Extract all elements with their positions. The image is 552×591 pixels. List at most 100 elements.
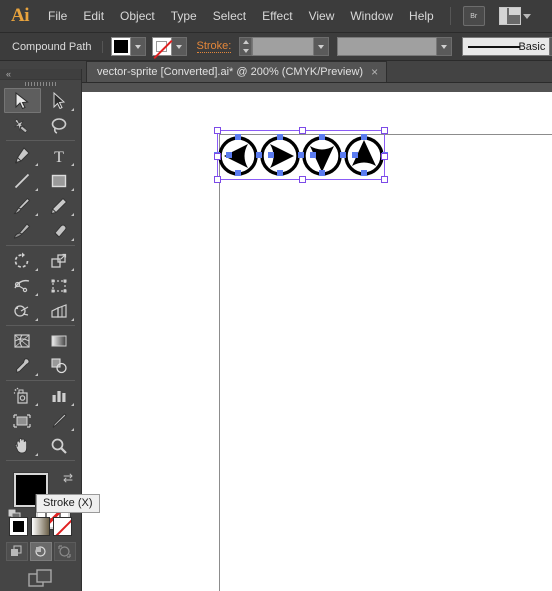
menu-view[interactable]: View <box>301 5 343 27</box>
magic-wand-tool[interactable] <box>4 113 41 138</box>
stroke-profile-dropdown-button[interactable] <box>437 37 453 56</box>
selection-bounding-box[interactable] <box>214 127 388 183</box>
type-tool[interactable]: T <box>41 143 78 168</box>
zoom-tool[interactable] <box>41 433 78 458</box>
menu-file[interactable]: File <box>40 5 75 27</box>
lasso-tool[interactable] <box>41 113 78 138</box>
tool-flyout-indicator[interactable] <box>34 293 38 297</box>
stroke-weight-input[interactable] <box>252 37 315 56</box>
change-screen-mode-button[interactable] <box>0 569 81 591</box>
gradient-swatch-button[interactable] <box>31 517 50 536</box>
tool-separator <box>6 245 75 247</box>
tools-panel-gripper[interactable] <box>0 80 81 88</box>
spinner-down-icon[interactable] <box>242 48 249 53</box>
stroke-profile-input[interactable] <box>337 37 438 56</box>
spinner-up-icon[interactable] <box>242 40 249 45</box>
stroke-weight-dropdown-button[interactable] <box>314 37 330 56</box>
bbox-handle-mr[interactable] <box>381 153 388 160</box>
column-graph-tool[interactable] <box>41 383 78 408</box>
tool-flyout-indicator[interactable] <box>71 268 74 272</box>
stroke-profile-control[interactable] <box>337 37 453 56</box>
width-tool[interactable] <box>4 273 41 298</box>
menu-type[interactable]: Type <box>163 5 205 27</box>
bbox-handle-tm[interactable] <box>299 127 306 134</box>
perspective-grid-tool[interactable] <box>41 298 78 323</box>
tool-flyout-indicator[interactable] <box>71 238 74 242</box>
fill-color-control[interactable] <box>110 37 146 56</box>
close-icon[interactable]: × <box>371 66 378 78</box>
blob-brush-tool[interactable] <box>4 218 41 243</box>
line-segment-tool[interactable] <box>4 168 41 193</box>
bbox-handle-ml[interactable] <box>214 153 221 160</box>
menu-select[interactable]: Select <box>205 5 254 27</box>
mesh-tool[interactable] <box>4 328 41 353</box>
eyedropper-tool[interactable] <box>4 353 41 378</box>
collapse-panel-icon[interactable]: « <box>6 69 11 79</box>
tool-flyout-indicator[interactable] <box>71 213 74 217</box>
scale-tool[interactable] <box>41 248 78 273</box>
bbox-handle-bl[interactable] <box>214 176 221 183</box>
tool-flyout-indicator[interactable] <box>71 188 74 192</box>
menu-window[interactable]: Window <box>342 5 401 27</box>
gradient-tool[interactable] <box>41 328 78 353</box>
tool-flyout-indicator[interactable] <box>34 403 38 407</box>
tool-flyout-indicator[interactable] <box>71 318 74 322</box>
fill-dropdown-button[interactable] <box>130 37 146 56</box>
draw-inside-button[interactable] <box>53 542 76 561</box>
bridge-button[interactable]: Br <box>462 6 485 26</box>
tool-flyout-indicator[interactable] <box>34 268 38 272</box>
document-tab[interactable]: vector-sprite [Converted].ai* @ 200% (CM… <box>86 61 388 82</box>
stroke-weight-spinner[interactable] <box>239 37 253 56</box>
tool-flyout-indicator[interactable] <box>34 188 38 192</box>
menu-help[interactable]: Help <box>401 5 442 27</box>
menu-object[interactable]: Object <box>112 5 163 27</box>
rotate-tool[interactable] <box>4 248 41 273</box>
swap-fill-stroke-icon[interactable]: ⇄ <box>63 471 73 485</box>
tool-flyout-indicator[interactable] <box>71 403 74 407</box>
tool-flyout-indicator[interactable] <box>34 453 38 457</box>
stroke-color-control[interactable] <box>151 37 187 56</box>
tool-flyout-indicator[interactable] <box>71 428 74 432</box>
fill-swatch[interactable] <box>110 37 131 56</box>
pen-tool[interactable] <box>4 143 41 168</box>
tool-flyout-indicator[interactable] <box>34 213 38 217</box>
workspace-switcher[interactable] <box>498 7 531 25</box>
tool-flyout-indicator[interactable] <box>34 318 38 322</box>
stroke-weight-control[interactable] <box>239 37 330 56</box>
pencil-tool[interactable] <box>41 193 78 218</box>
free-transform-tool[interactable] <box>41 273 78 298</box>
tools-panel-header[interactable]: « <box>0 69 81 80</box>
stroke-dropdown-button[interactable] <box>171 37 187 56</box>
draw-behind-button[interactable] <box>29 542 52 561</box>
brush-definition-value[interactable]: Basic <box>462 37 551 56</box>
tool-flyout-indicator[interactable] <box>71 163 74 167</box>
none-swatch-button[interactable] <box>53 517 72 536</box>
menu-edit[interactable]: Edit <box>75 5 112 27</box>
blend-tool[interactable] <box>41 353 78 378</box>
paintbrush-tool[interactable] <box>4 193 41 218</box>
selected-artwork-group[interactable] <box>214 127 388 183</box>
brush-definition-control[interactable]: Basic <box>462 37 552 56</box>
bbox-handle-tr[interactable] <box>381 127 388 134</box>
rectangle-tool[interactable] <box>41 168 78 193</box>
shape-builder-tool[interactable] <box>4 298 41 323</box>
tool-flyout-indicator[interactable] <box>71 108 74 112</box>
menu-effect[interactable]: Effect <box>254 5 300 27</box>
bbox-handle-tl[interactable] <box>214 127 221 134</box>
draw-normal-button[interactable] <box>5 542 28 561</box>
bbox-handle-br[interactable] <box>381 176 388 183</box>
tool-flyout-indicator[interactable] <box>34 373 38 377</box>
canvas-area[interactable] <box>82 92 552 591</box>
artboard-tool[interactable] <box>4 408 41 433</box>
bbox-handle-bm[interactable] <box>299 176 306 183</box>
symbol-sprayer-tool[interactable] <box>4 383 41 408</box>
direct-selection-tool[interactable] <box>41 88 78 113</box>
stroke-swatch[interactable] <box>151 37 172 56</box>
color-swatch-button[interactable] <box>9 517 28 536</box>
tool-flyout-indicator[interactable] <box>34 163 38 167</box>
selection-tool[interactable] <box>4 88 41 114</box>
slice-tool[interactable] <box>41 408 78 433</box>
stroke-options-link[interactable]: Stroke: <box>196 40 232 53</box>
hand-tool[interactable] <box>4 433 41 458</box>
eraser-tool[interactable] <box>41 218 78 243</box>
